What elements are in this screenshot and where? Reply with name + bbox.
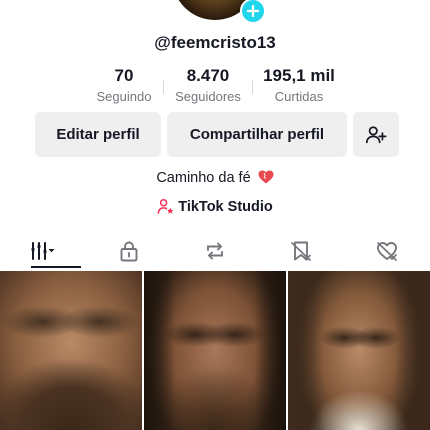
plus-icon bbox=[247, 5, 259, 17]
lock-icon bbox=[120, 241, 138, 262]
username: @feemcristo13 bbox=[154, 33, 276, 52]
profile-tabs bbox=[0, 232, 430, 270]
video-thumbnail[interactable] bbox=[288, 271, 430, 430]
video-grid bbox=[0, 271, 430, 430]
stat-followers-label: Seguidores bbox=[175, 89, 241, 104]
stat-following[interactable]: 70 Seguindo bbox=[85, 66, 163, 104]
stat-likes[interactable]: 195,1 mil Curtidas bbox=[253, 66, 345, 104]
stat-likes-label: Curtidas bbox=[274, 89, 324, 104]
stat-following-label: Seguindo bbox=[96, 89, 152, 104]
bio-text: Caminho da fé bbox=[156, 170, 251, 186]
add-user-icon bbox=[365, 125, 387, 143]
tiktok-studio-label: TikTok Studio bbox=[178, 198, 273, 215]
video-thumbnail[interactable] bbox=[144, 271, 286, 430]
tab-private[interactable] bbox=[86, 232, 172, 270]
profile-actions: Editar perfil Compartilhar perfil bbox=[35, 112, 399, 157]
add-friend-button[interactable] bbox=[353, 112, 399, 157]
tab-reposts[interactable] bbox=[172, 232, 258, 270]
video-thumbnail[interactable] bbox=[0, 271, 142, 430]
tab-liked[interactable] bbox=[344, 232, 430, 270]
bookmark-icon bbox=[291, 241, 311, 261]
heart-emoji-icon bbox=[258, 170, 274, 184]
tab-favorites[interactable] bbox=[258, 232, 344, 270]
stat-followers-value: 8.470 bbox=[186, 66, 230, 85]
liked-heart-icon bbox=[377, 242, 397, 261]
studio-user-icon bbox=[157, 198, 174, 214]
stats-row: 70 Seguindo 8.470 Seguidores 195,1 mil C… bbox=[0, 66, 430, 104]
stat-followers[interactable]: 8.470 Seguidores bbox=[164, 66, 252, 104]
edit-profile-button[interactable]: Editar perfil bbox=[35, 112, 161, 157]
repost-icon bbox=[207, 242, 223, 260]
bio: Caminho da fé bbox=[0, 170, 430, 186]
stat-following-value: 70 bbox=[114, 66, 134, 85]
tab-videos[interactable] bbox=[0, 232, 86, 270]
share-profile-button[interactable]: Compartilhar perfil bbox=[167, 112, 347, 157]
stat-likes-value: 195,1 mil bbox=[263, 66, 335, 85]
add-avatar-button[interactable] bbox=[240, 0, 266, 24]
grid-filter-icon bbox=[31, 242, 55, 260]
tiktok-studio-link[interactable]: TikTok Studio bbox=[0, 198, 430, 215]
